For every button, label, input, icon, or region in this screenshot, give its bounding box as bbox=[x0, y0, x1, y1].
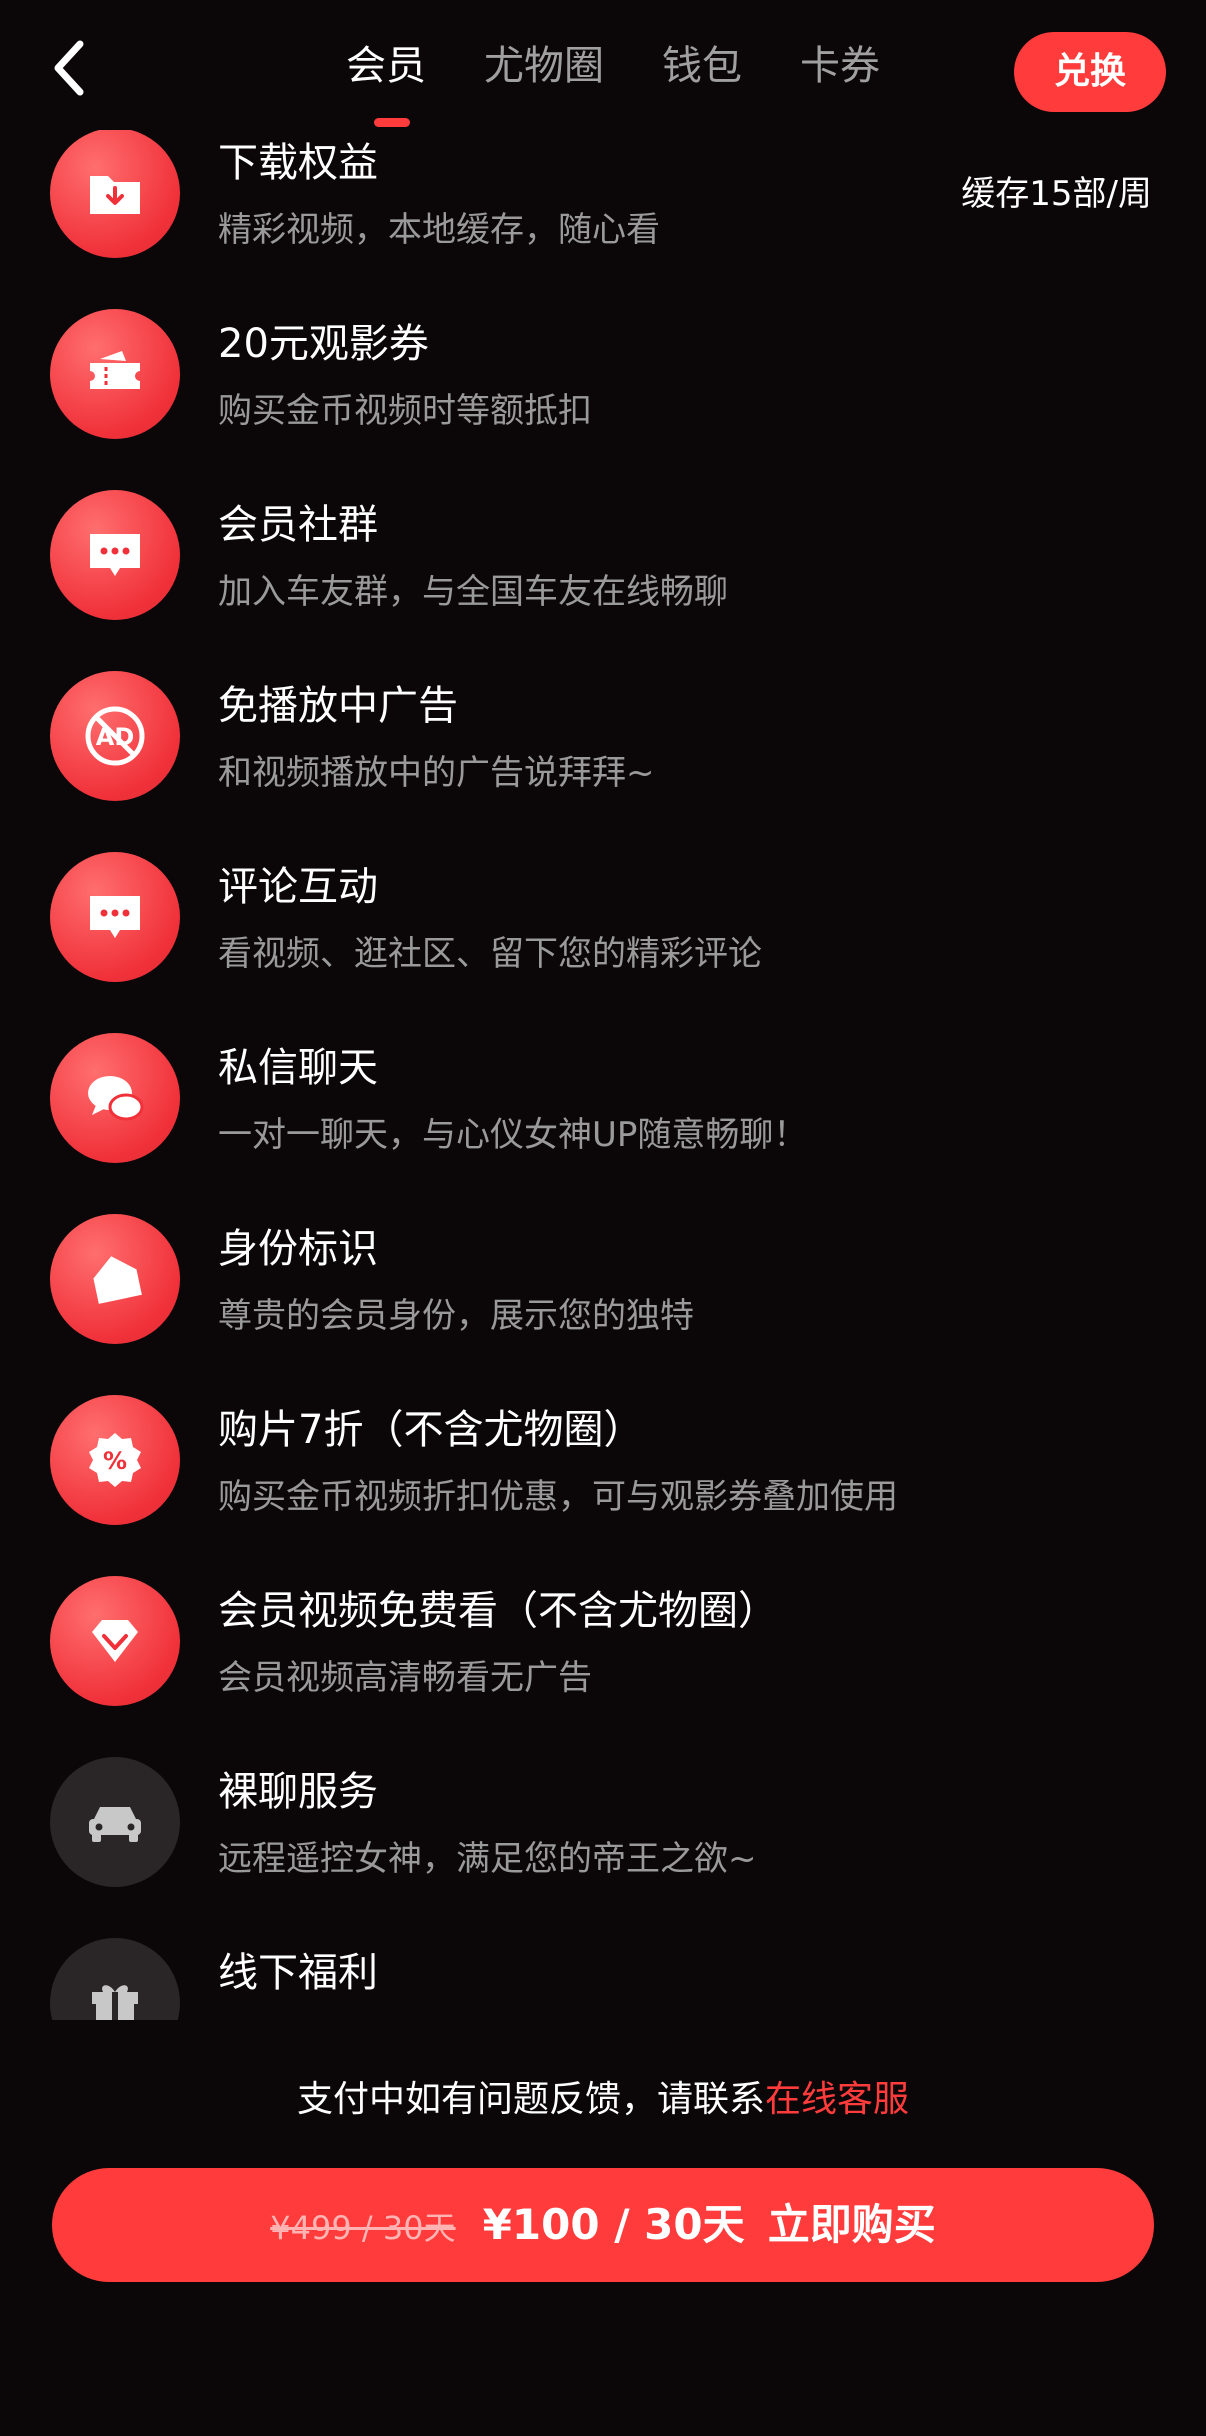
benefit-item-ticket: 20元观影券 购买金币视频时等额抵扣 bbox=[0, 309, 1206, 492]
tab-youwu-circle[interactable]: 尤物圈 bbox=[484, 36, 604, 96]
tab-coupons[interactable]: 卡券 bbox=[800, 36, 880, 96]
support-note: 支付中如有问题反馈，请联系在线客服 bbox=[0, 2070, 1206, 2122]
benefit-item-no-ads: AD 免播放中广告 和视频播放中的广告说拜拜~ bbox=[0, 671, 1206, 854]
tab-label: 卡券 bbox=[800, 43, 880, 89]
tab-bar: 会员 尤物圈 钱包 卡券 bbox=[346, 36, 938, 127]
benefit-title: 下载权益 bbox=[218, 140, 378, 186]
tab-label: 钱包 bbox=[662, 43, 742, 89]
benefit-desc: 会员视频高清畅看无广告 bbox=[218, 1658, 592, 1698]
no-ad-icon: AD bbox=[50, 671, 180, 801]
benefit-item-identity: 身份标识 尊贵的会员身份，展示您的独特 bbox=[0, 1214, 1206, 1397]
benefit-list: 下载权益 精彩视频，本地缓存，随心看 缓存15部/周 20元观影券 购买金币视频… bbox=[0, 130, 1206, 2020]
benefit-desc: 购买金币视频时等额抵扣 bbox=[218, 391, 592, 431]
benefit-quota: 缓存15部/周 bbox=[961, 174, 1152, 214]
benefit-desc: 加入车友群，与全国车友在线畅聊 bbox=[218, 572, 728, 612]
buy-now-label: 立即购买 bbox=[767, 2200, 936, 2249]
benefit-desc: 购买金币视频折扣优惠，可与观影券叠加使用 bbox=[218, 1477, 898, 1517]
buy-now-button[interactable]: ¥499 / 30天 ¥100 / 30天 立即购买 bbox=[52, 2168, 1154, 2282]
benefit-title: 裸聊服务 bbox=[218, 1769, 378, 1815]
current-price: ¥100 / 30天 bbox=[482, 2200, 745, 2249]
private-chat-icon bbox=[50, 1033, 180, 1163]
support-text: 支付中如有问题反馈，请联系 bbox=[296, 2079, 765, 2120]
benefit-item-discount: % 购片7折（不含尤物圈） 购买金币视频折扣优惠，可与观影券叠加使用 bbox=[0, 1395, 1206, 1578]
tab-label: 会员 bbox=[346, 43, 426, 89]
car-icon bbox=[50, 1757, 180, 1887]
benefit-item-free-videos: 会员视频免费看（不含尤物圈） 会员视频高清畅看无广告 bbox=[0, 1576, 1206, 1759]
benefit-desc: 精彩视频，本地缓存，随心看 bbox=[218, 210, 660, 250]
benefit-desc: 和视频播放中的广告说拜拜~ bbox=[218, 753, 655, 793]
benefit-item-offline: 线下福利 bbox=[0, 1938, 1206, 2020]
benefit-item-download: 下载权益 精彩视频，本地缓存，随心看 缓存15部/周 bbox=[0, 130, 1206, 311]
benefit-title: 身份标识 bbox=[218, 1226, 378, 1272]
redeem-button[interactable]: 兑换 bbox=[1014, 32, 1166, 112]
download-folder-icon bbox=[50, 130, 180, 258]
benefit-item-video-chat: 裸聊服务 远程遥控女神，满足您的帝王之欲~ bbox=[0, 1757, 1206, 1940]
benefit-title: 线下福利 bbox=[218, 1950, 378, 1996]
benefit-title: 会员社群 bbox=[218, 502, 378, 548]
original-price: ¥499 / 30天 bbox=[270, 2209, 456, 2247]
benefit-desc: 尊贵的会员身份，展示您的独特 bbox=[218, 1296, 694, 1336]
benefit-desc: 远程遥控女神，满足您的帝王之欲~ bbox=[218, 1839, 757, 1879]
active-tab-indicator bbox=[374, 118, 410, 127]
benefit-item-private-chat: 私信聊天 一对一聊天，与心仪女神UP随意畅聊！ bbox=[0, 1033, 1206, 1216]
benefit-title: 免播放中广告 bbox=[218, 683, 458, 729]
tab-wallet[interactable]: 钱包 bbox=[662, 36, 742, 96]
ticket-icon bbox=[50, 309, 180, 439]
benefit-item-comments: 评论互动 看视频、逛社区、留下您的精彩评论 bbox=[0, 852, 1206, 1035]
svg-text:%: % bbox=[103, 1447, 127, 1475]
benefit-title: 会员视频免费看（不含尤物圈） bbox=[218, 1588, 778, 1634]
chat-bubble-icon bbox=[50, 490, 180, 620]
benefit-item-community: 会员社群 加入车友群，与全国车友在线畅聊 bbox=[0, 490, 1206, 673]
tab-label: 尤物圈 bbox=[484, 43, 604, 89]
top-nav-bar: 会员 尤物圈 钱包 卡券 兑换 bbox=[0, 0, 1206, 130]
benefit-title: 评论互动 bbox=[218, 864, 378, 910]
benefit-title: 私信聊天 bbox=[218, 1045, 378, 1091]
gift-icon bbox=[50, 1938, 180, 2020]
benefit-title: 购片7折（不含尤物圈） bbox=[218, 1407, 644, 1453]
chevron-left-icon bbox=[54, 40, 84, 96]
badge-tag-icon bbox=[50, 1214, 180, 1344]
comment-icon bbox=[50, 852, 180, 982]
benefit-desc: 看视频、逛社区、留下您的精彩评论 bbox=[218, 934, 762, 974]
benefit-desc: 一对一聊天，与心仪女神UP随意畅聊！ bbox=[218, 1115, 808, 1155]
tab-member[interactable]: 会员 bbox=[346, 36, 426, 127]
diamond-icon bbox=[50, 1576, 180, 1706]
benefit-title: 20元观影券 bbox=[218, 321, 429, 367]
customer-service-link[interactable]: 在线客服 bbox=[765, 2079, 909, 2120]
back-button[interactable] bbox=[42, 38, 102, 98]
svg-text:AD: AD bbox=[96, 723, 135, 751]
discount-percent-icon: % bbox=[50, 1395, 180, 1525]
